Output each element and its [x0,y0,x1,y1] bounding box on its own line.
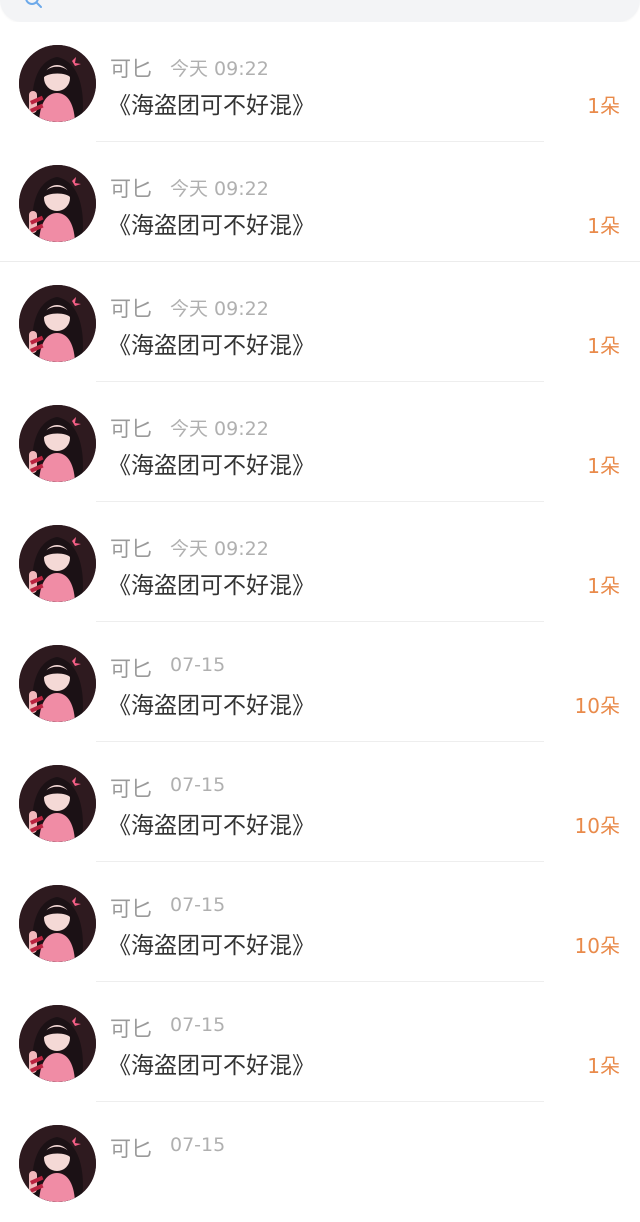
sender-name: 可匕 [110,777,152,801]
gift-amount: 1朵 [587,214,620,238]
book-title[interactable]: 《海盗团可不好混》 [108,806,315,840]
sender-name: 可匕 [110,417,152,441]
gift-amount: 10朵 [574,694,620,718]
send-time: 07-15 [170,774,226,796]
sender-name: 可匕 [110,897,152,921]
book-title[interactable]: 《海盗团可不好混》 [108,926,315,960]
sender-name: 可匕 [110,297,152,321]
send-time: 07-15 [170,1134,226,1156]
send-time: 今天 09:22 [170,418,269,440]
gift-amount: 10朵 [574,934,620,958]
sender-name: 可匕 [110,1017,152,1041]
list-item[interactable]: 可匕 07-15 [0,1102,640,1222]
gift-amount: 1朵 [587,334,620,358]
list-item[interactable]: 可匕 07-15 《海盗团可不好混》 10朵 [0,862,640,982]
avatar[interactable] [19,45,96,122]
send-time: 07-15 [170,1014,226,1036]
book-title[interactable]: 《海盗团可不好混》 [108,326,315,360]
list-item[interactable]: 可匕 今天 09:22 《海盗团可不好混》 1朵 [0,502,640,622]
avatar[interactable] [19,1005,96,1082]
list-item[interactable]: 可匕 07-15 《海盗团可不好混》 10朵 [0,742,640,862]
book-title[interactable]: 《海盗团可不好混》 [108,446,315,480]
list-item[interactable]: 可匕 今天 09:22 《海盗团可不好混》 1朵 [0,142,640,262]
avatar[interactable] [19,645,96,722]
gift-amount: 1朵 [587,94,620,118]
send-time: 今天 09:22 [170,58,269,80]
sender-name: 可匕 [110,57,152,81]
list-item[interactable]: 可匕 07-15 《海盗团可不好混》 10朵 [0,622,640,742]
sender-name: 可匕 [110,177,152,201]
search-icon[interactable] [24,0,44,10]
list-item[interactable]: 可匕 今天 09:22 《海盗团可不好混》 1朵 [0,22,640,142]
gift-amount: 1朵 [587,454,620,478]
avatar[interactable] [19,165,96,242]
avatar[interactable] [19,765,96,842]
list-item[interactable]: 可匕 07-15 《海盗团可不好混》 1朵 [0,982,640,1102]
sender-name: 可匕 [110,537,152,561]
book-title[interactable]: 《海盗团可不好混》 [108,86,315,120]
gift-amount: 10朵 [574,814,620,838]
avatar[interactable] [19,1125,96,1202]
sender-name: 可匕 [110,657,152,681]
sender-name: 可匕 [110,1137,152,1161]
gift-amount: 1朵 [587,1054,620,1078]
send-time: 07-15 [170,894,226,916]
book-title[interactable]: 《海盗团可不好混》 [108,206,315,240]
gift-record-list: 可匕 今天 09:22 《海盗团可不好混》 1朵 可匕 今天 09:22 《海盗… [0,22,640,1222]
send-time: 今天 09:22 [170,298,269,320]
send-time: 今天 09:22 [170,538,269,560]
avatar[interactable] [19,885,96,962]
book-title[interactable]: 《海盗团可不好混》 [108,1046,315,1080]
book-title[interactable]: 《海盗团可不好混》 [108,686,315,720]
search-bar[interactable] [0,0,640,22]
avatar[interactable] [19,405,96,482]
avatar[interactable] [19,525,96,602]
list-item[interactable]: 可匕 今天 09:22 《海盗团可不好混》 1朵 [0,382,640,502]
book-title[interactable]: 《海盗团可不好混》 [108,566,315,600]
gift-amount: 1朵 [587,574,620,598]
avatar[interactable] [19,285,96,362]
send-time: 今天 09:22 [170,178,269,200]
list-item[interactable]: 可匕 今天 09:22 《海盗团可不好混》 1朵 [0,262,640,382]
send-time: 07-15 [170,654,226,676]
